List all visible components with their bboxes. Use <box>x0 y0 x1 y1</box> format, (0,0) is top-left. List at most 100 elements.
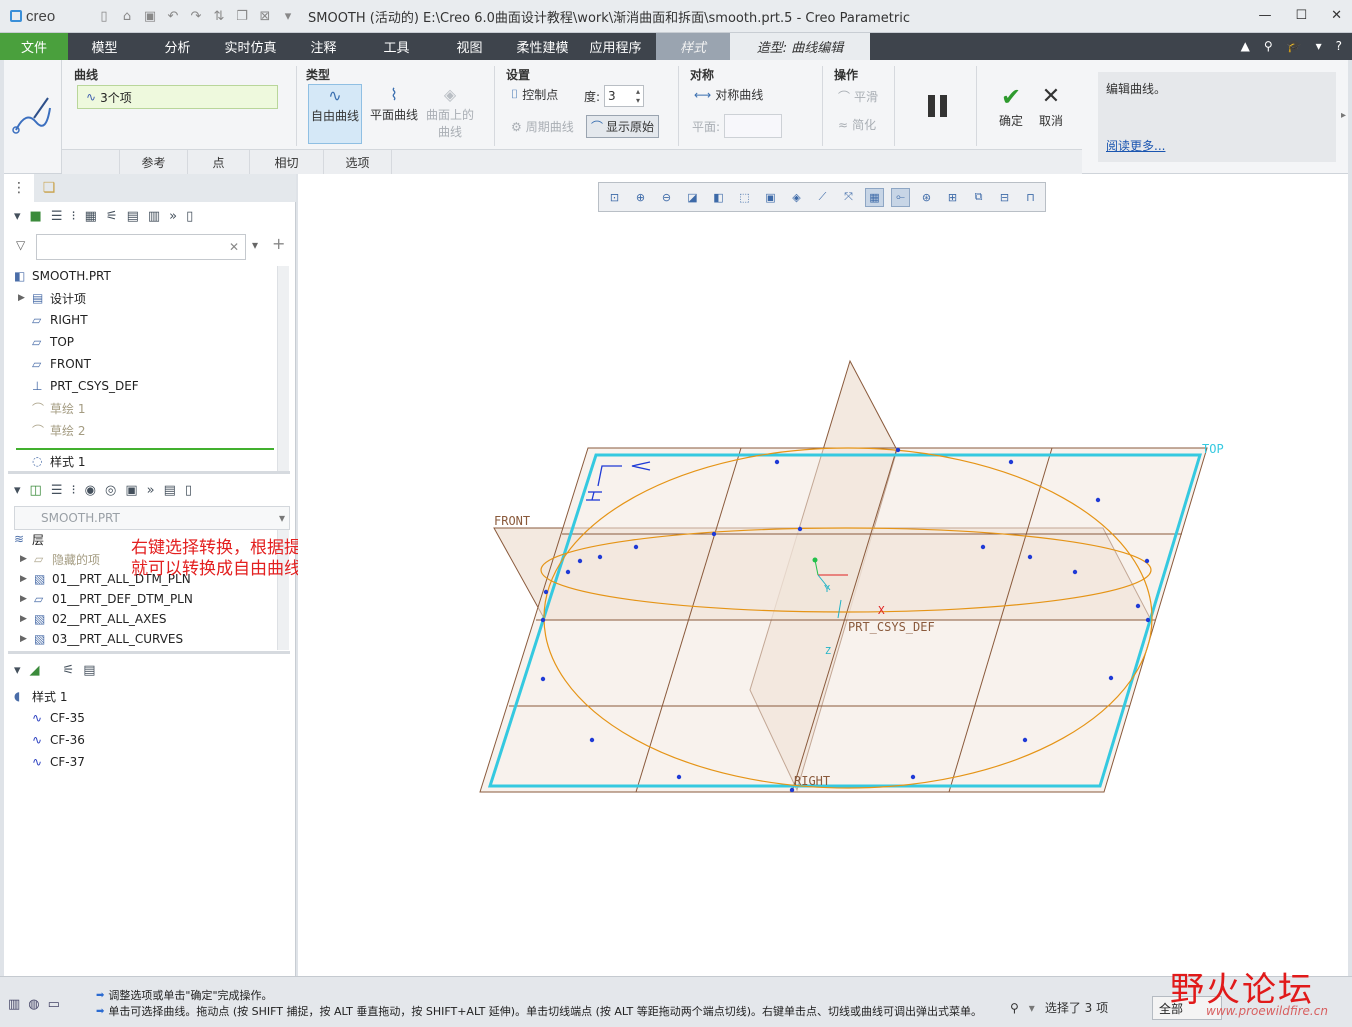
learning-icon[interactable]: 🎓 <box>1287 39 1302 53</box>
tree-item-sketch-2[interactable]: ⌒ 草绘 2 <box>4 419 290 441</box>
browser-toggle-icon[interactable]: ◍ <box>28 997 39 1012</box>
save-icon[interactable]: ▣ <box>142 9 158 24</box>
tree-item-design-items[interactable]: ▶ ▤ 设计项 <box>4 287 290 309</box>
insert-indicator[interactable] <box>16 448 274 450</box>
close-icon[interactable]: ✕ <box>1331 8 1342 23</box>
maximize-icon[interactable]: ☐ <box>1295 8 1307 23</box>
menu-file[interactable]: 文件 <box>0 33 68 60</box>
style-curve-item[interactable]: ∿ CF-37 <box>4 751 290 773</box>
collapse-ribbon-icon[interactable]: ▲ <box>1241 39 1250 53</box>
chevron-down-icon[interactable]: ▾ <box>14 663 21 678</box>
tab-tangent[interactable]: 相切 <box>250 150 324 174</box>
chevron-down-icon[interactable]: ▾ <box>14 209 21 224</box>
tree-item-csys[interactable]: ⊥ PRT_CSYS_DEF <box>4 375 290 397</box>
selected-count[interactable]: 选择了 3 项 <box>1045 999 1108 1016</box>
periodic-curve-toggle[interactable]: ⚙ 周期曲线 <box>511 118 574 135</box>
tree-item-top[interactable]: ▱ TOP <box>4 331 290 353</box>
notes-icon[interactable]: ▯ <box>186 209 193 224</box>
tree-collapse-icon[interactable]: ⁝ <box>71 209 75 224</box>
show-icon[interactable]: ▥ <box>148 209 160 224</box>
clear-icon[interactable]: ✕ <box>229 240 239 254</box>
tree-filter-icon[interactable]: ⚟ <box>63 663 75 678</box>
model-tree-tab-icon[interactable]: ⋮ <box>4 174 34 202</box>
cancel-button[interactable]: ✕ 取消 <box>1034 82 1068 129</box>
style-curve-item[interactable]: ∿ CF-35 <box>4 707 290 729</box>
tree-settings-icon[interactable]: ▤ <box>127 209 139 224</box>
planar-curve-button[interactable]: ⌇ 平面曲线 <box>366 84 422 144</box>
tree-root[interactable]: ◧ SMOOTH.PRT <box>4 265 290 287</box>
search-icon[interactable]: ⚲ <box>1264 39 1273 53</box>
folder-browser-tab-icon[interactable]: ❏ <box>34 174 64 202</box>
tree-collapse-icon[interactable]: ⁝ <box>71 483 75 498</box>
model-tree-scrollbar[interactable] <box>277 266 289 471</box>
menu-annotate[interactable]: 注释 <box>287 33 360 60</box>
help-icon[interactable]: ? <box>1336 39 1342 53</box>
more-icon[interactable]: » <box>169 209 177 224</box>
fullscreen-icon[interactable]: ▭ <box>48 997 60 1012</box>
layer-hide-icon[interactable]: ◎ <box>105 483 116 498</box>
tree-filter-icon[interactable]: ⚟ <box>106 209 118 224</box>
tree-settings-icon[interactable]: ▤ <box>83 663 95 678</box>
chevron-down-icon[interactable]: ▾ <box>252 238 258 252</box>
layer-isolate-icon[interactable]: ▣ <box>125 483 137 498</box>
chevron-down-icon[interactable]: ▾ <box>1029 1001 1035 1015</box>
chevron-down-icon[interactable]: ▾ <box>14 483 21 498</box>
graphics-window[interactable]: ⊡ ⊕ ⊖ ◪ ◧ ⬚ ▣ ◈ ⟋ ⤧ ▦ ⟜ ⊛ ⊞ ⧉ ⊟ ⊓ TOP FR… <box>298 174 1348 976</box>
menu-flexible-modeling[interactable]: 柔性建模 <box>506 33 579 60</box>
chevron-right-icon[interactable]: ▸ <box>1341 110 1346 121</box>
panel-splitter[interactable] <box>8 471 290 474</box>
tree-item-front[interactable]: ▱ FRONT <box>4 353 290 375</box>
layer-model-selector[interactable]: SMOOTH.PRT ▾ <box>14 506 290 530</box>
free-curve-button[interactable]: ∿ 自由曲线 <box>308 84 362 144</box>
tree-item-right[interactable]: ▱ RIGHT <box>4 309 290 331</box>
tab-style[interactable]: 样式 <box>656 33 730 60</box>
layers-icon[interactable]: ◫ <box>30 483 42 498</box>
control-points-toggle[interactable]: ⌷ 控制点 <box>511 86 558 103</box>
menu-analysis[interactable]: 分析 <box>141 33 214 60</box>
layer-properties-icon[interactable]: ▤ <box>164 483 176 498</box>
menu-view[interactable]: 视图 <box>433 33 506 60</box>
layer-show-icon[interactable]: ◉ <box>85 483 96 498</box>
tree-expand-icon[interactable]: ☰ <box>51 209 63 224</box>
tree-expand-icon[interactable]: ☰ <box>51 483 63 498</box>
tab-references[interactable]: 参考 <box>120 150 188 174</box>
chevron-down-icon[interactable]: ▾ <box>1316 39 1322 53</box>
symmetric-curve-button[interactable]: ⟷ 对称曲线 <box>694 86 763 103</box>
tree-item-style-partial[interactable]: ◌ 样式 1 <box>4 454 290 468</box>
menu-live-simulation[interactable]: 实时仿真 <box>214 33 287 60</box>
layer-item[interactable]: ▶ ▱ 01__PRT_DEF_DTM_PLN <box>4 589 290 609</box>
menu-model[interactable]: 模型 <box>68 33 141 60</box>
minimize-icon[interactable]: — <box>1258 8 1271 23</box>
customize-toolbar-icon[interactable]: ▾ <box>280 9 296 24</box>
more-icon[interactable]: » <box>147 483 155 498</box>
regenerate-icon[interactable]: ⇅ <box>211 9 227 24</box>
degree-spinner[interactable]: 3 ▴ ▾ <box>604 85 645 107</box>
binoculars-icon[interactable]: ⚲ <box>1010 1001 1019 1015</box>
tab-options[interactable]: 选项 <box>324 150 392 174</box>
curve-on-surface-button[interactable]: ◈ 曲面上的 曲线 <box>422 84 478 144</box>
style-curve-item[interactable]: ∿ CF-36 <box>4 729 290 751</box>
new-file-icon[interactable]: ▯ <box>96 9 112 24</box>
pause-button[interactable] <box>928 95 947 117</box>
model-viewport[interactable] <box>298 174 1348 976</box>
add-icon[interactable]: + <box>272 234 285 253</box>
symmetry-plane-field[interactable] <box>724 114 783 138</box>
style-icon[interactable]: ◢ <box>30 663 40 678</box>
show-original-toggle[interactable]: ⌒ 显示原始 <box>586 115 660 138</box>
smooth-button[interactable]: ⌒ 平滑 <box>838 88 878 105</box>
close-window-icon[interactable]: ⊠ <box>257 9 273 24</box>
menu-applications[interactable]: 应用程序 <box>579 33 652 60</box>
tree-search-input[interactable]: ✕ <box>36 234 246 260</box>
tree-columns-icon[interactable]: ▦ <box>85 209 97 224</box>
tab-curve-edit[interactable]: 造型: 曲线编辑 <box>730 33 870 60</box>
menu-tools[interactable]: 工具 <box>360 33 433 60</box>
tab-points[interactable]: 点 <box>188 150 250 174</box>
layer-item[interactable]: ▶ ▧ 03__PRT_ALL_CURVES <box>4 629 290 649</box>
redo-icon[interactable]: ↷ <box>188 9 204 24</box>
tree-item-sketch-1[interactable]: ⌒ 草绘 1 <box>4 397 290 419</box>
notes-icon[interactable]: ▯ <box>185 483 192 498</box>
part-icon[interactable]: ■ <box>30 209 42 224</box>
panel-splitter[interactable] <box>8 651 290 654</box>
simplify-button[interactable]: ≈ 简化 <box>838 116 876 133</box>
windows-icon[interactable]: ❐ <box>234 9 250 24</box>
